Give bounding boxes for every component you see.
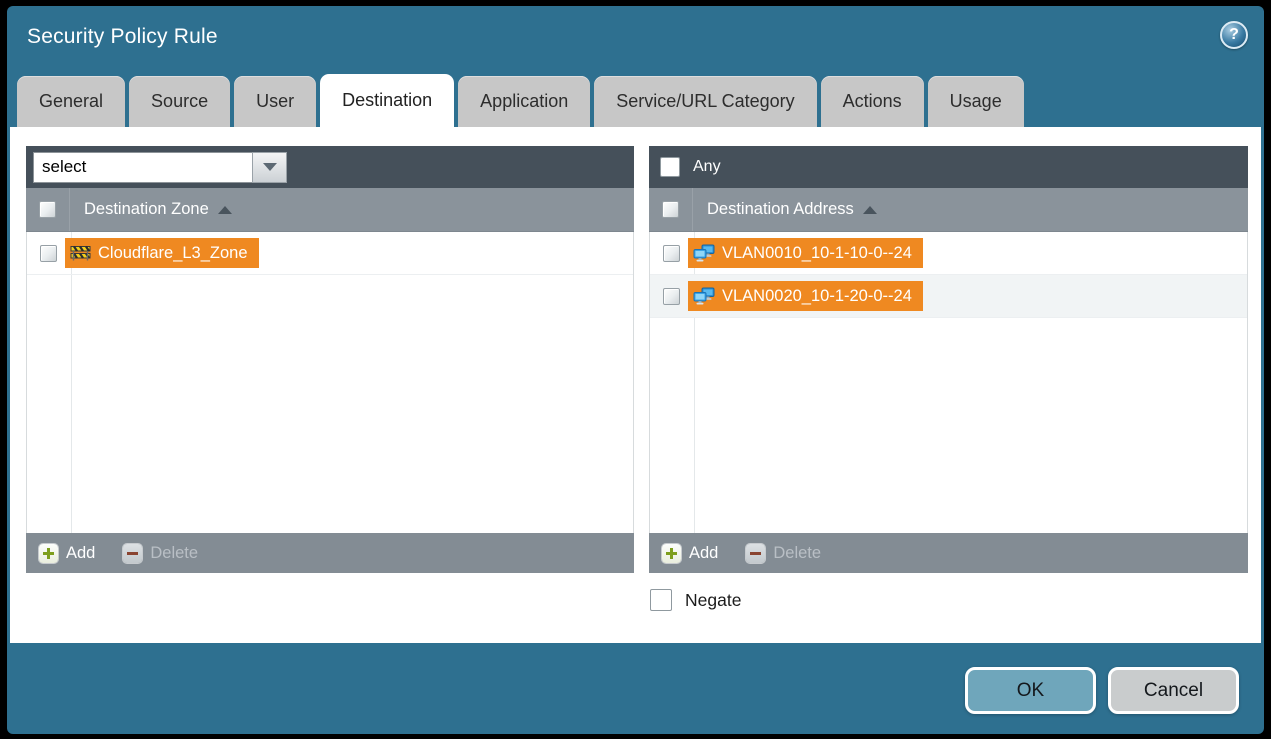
zone-column-header: Destination Zone bbox=[26, 188, 634, 232]
tab-usage[interactable]: Usage bbox=[928, 76, 1024, 127]
address-toolbar: Any bbox=[649, 146, 1248, 188]
tab-application[interactable]: Application bbox=[458, 76, 590, 127]
minus-icon bbox=[746, 544, 765, 563]
plus-icon bbox=[662, 544, 681, 563]
tab-general[interactable]: General bbox=[17, 76, 125, 127]
destination-address-panel: Any Destination Address bbox=[649, 146, 1248, 573]
plus-icon bbox=[39, 544, 58, 563]
help-icon[interactable]: ? bbox=[1220, 21, 1248, 49]
zone-select-all-cell bbox=[26, 188, 70, 231]
address-column-title[interactable]: Destination Address bbox=[707, 200, 877, 219]
zone-add-button[interactable]: Add bbox=[39, 544, 95, 563]
column-separator bbox=[71, 232, 72, 533]
address-select-all-checkbox[interactable] bbox=[662, 201, 679, 218]
negate-option: Negate bbox=[650, 589, 741, 611]
address-list: VLAN0010_10-1-10-0--24 bbox=[649, 232, 1248, 533]
zone-filter-input[interactable] bbox=[33, 152, 252, 183]
address-row: VLAN0020_10-1-20-0--24 bbox=[650, 275, 1247, 318]
zone-filter-dropdown-button[interactable] bbox=[252, 152, 287, 183]
address-column-header: Destination Address bbox=[649, 188, 1248, 232]
negate-checkbox[interactable] bbox=[650, 589, 672, 611]
address-select-all-cell bbox=[649, 188, 693, 231]
negate-label: Negate bbox=[685, 590, 741, 611]
zone-toolbar bbox=[26, 146, 634, 188]
help-glyph: ? bbox=[1229, 26, 1239, 44]
address-item-label: VLAN0020_10-1-20-0--24 bbox=[722, 287, 912, 306]
zone-icon bbox=[70, 245, 91, 261]
network-address-icon bbox=[693, 287, 715, 305]
tab-actions[interactable]: Actions bbox=[821, 76, 924, 127]
zone-row-checkbox[interactable] bbox=[40, 245, 57, 262]
address-footer: Add Delete bbox=[649, 533, 1248, 573]
tab-source[interactable]: Source bbox=[129, 76, 230, 127]
zone-select-all-checkbox[interactable] bbox=[39, 201, 56, 218]
security-policy-rule-dialog: Security Policy Rule ? General Source Us… bbox=[7, 6, 1264, 734]
zone-footer: Add Delete bbox=[26, 533, 634, 573]
zone-column-title[interactable]: Destination Zone bbox=[84, 200, 232, 219]
title-bar: Security Policy Rule ? bbox=[7, 6, 1264, 70]
address-row: VLAN0010_10-1-10-0--24 bbox=[650, 232, 1247, 275]
ok-button[interactable]: OK bbox=[965, 667, 1096, 714]
any-option: Any bbox=[656, 157, 721, 177]
any-checkbox[interactable] bbox=[660, 157, 680, 177]
sort-ascending-icon bbox=[863, 206, 877, 214]
cancel-button[interactable]: Cancel bbox=[1108, 667, 1239, 714]
zone-row: Cloudflare_L3_Zone bbox=[27, 232, 633, 275]
address-add-button[interactable]: Add bbox=[662, 544, 718, 563]
destination-zone-panel: Destination Zone bbox=[26, 146, 634, 573]
tab-destination[interactable]: Destination bbox=[320, 74, 454, 127]
address-item[interactable]: VLAN0010_10-1-10-0--24 bbox=[688, 238, 923, 268]
destination-tab-content: Destination Zone bbox=[10, 127, 1261, 643]
zone-delete-button[interactable]: Delete bbox=[123, 544, 198, 563]
network-address-icon bbox=[693, 244, 715, 262]
minus-icon bbox=[123, 544, 142, 563]
address-row-checkbox[interactable] bbox=[663, 245, 680, 262]
chevron-down-icon bbox=[263, 163, 277, 171]
address-row-checkbox[interactable] bbox=[663, 288, 680, 305]
any-label: Any bbox=[693, 158, 721, 176]
tab-service-url-category[interactable]: Service/URL Category bbox=[594, 76, 816, 127]
zone-list: Cloudflare_L3_Zone bbox=[26, 232, 634, 533]
dialog-title: Security Policy Rule bbox=[27, 25, 218, 49]
sort-ascending-icon bbox=[218, 206, 232, 214]
zone-item-label: Cloudflare_L3_Zone bbox=[98, 244, 248, 263]
zone-item[interactable]: Cloudflare_L3_Zone bbox=[65, 238, 259, 268]
address-item[interactable]: VLAN0020_10-1-20-0--24 bbox=[688, 281, 923, 311]
tab-bar: General Source User Destination Applicat… bbox=[17, 74, 1024, 127]
address-delete-button[interactable]: Delete bbox=[746, 544, 821, 563]
tab-user[interactable]: User bbox=[234, 76, 316, 127]
zone-filter bbox=[33, 152, 287, 183]
address-item-label: VLAN0010_10-1-10-0--24 bbox=[722, 244, 912, 263]
